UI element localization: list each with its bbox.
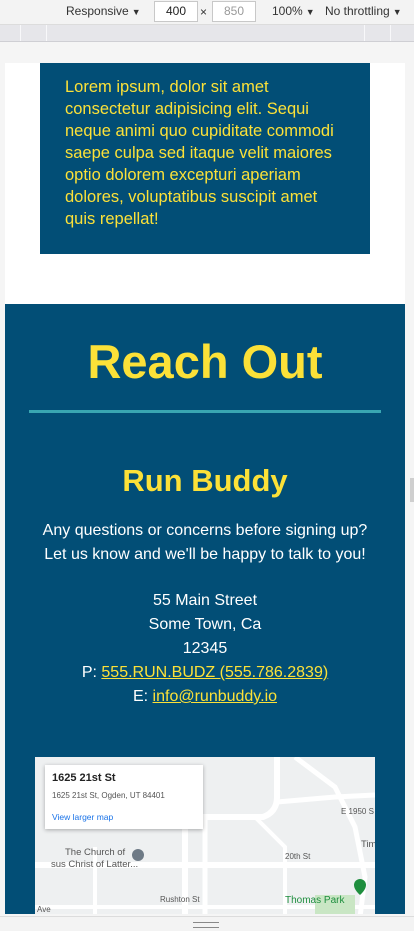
dimension-separator: × [200, 5, 208, 19]
zoom-dropdown[interactable]: 100% ▼ [272, 4, 315, 18]
contact-section: Reach Out Run Buddy Any questions or con… [5, 304, 405, 914]
map-label-tim: Tim [361, 839, 375, 850]
viewport-scroll-handle[interactable] [410, 478, 414, 502]
section-divider [29, 410, 381, 413]
throttling-label: No throttling [325, 4, 390, 18]
device-mode-label: Responsive [66, 4, 129, 18]
map-place-name: 1625 21st St [52, 772, 116, 784]
map-label-ave: Ave [37, 905, 51, 914]
throttling-dropdown[interactable]: No throttling ▼ [325, 4, 402, 18]
map-label-church-1: The Church of [65, 847, 126, 858]
embedded-map[interactable]: 1625 21st St 1625 21st St, Ogden, UT 844… [35, 757, 375, 914]
viewport-height-input[interactable]: 850 [212, 1, 256, 22]
chevron-down-icon: ▼ [392, 7, 402, 17]
map-label-rushton-st: Rushton St [160, 895, 200, 904]
chevron-down-icon: ▼ [305, 7, 315, 17]
city-address: Some Town, Ca [148, 616, 262, 633]
street-address: 55 Main Street [152, 592, 258, 609]
phone-prefix: P: [81, 664, 102, 681]
lorem-text: Lorem ipsum, dolor sit amet consectetur … [65, 78, 334, 228]
ruler-segment[interactable] [364, 25, 365, 41]
chevron-down-icon: ▼ [131, 7, 141, 17]
map-label-church-2: sus Christ of Latter... [51, 859, 139, 870]
section-title: Reach Out [87, 335, 323, 388]
resize-grip-icon[interactable] [193, 922, 219, 928]
page-viewport: Lorem ipsum, dolor sit amet consectetur … [5, 63, 405, 914]
intro-line-1: Any questions or concerns before signing… [42, 522, 368, 539]
contact-intro: Any questions or concerns before signing… [5, 519, 405, 567]
ruler-segment[interactable] [390, 25, 391, 41]
contact-address: 55 Main Street Some Town, Ca 12345 P: 55… [5, 589, 405, 709]
lorem-card: Lorem ipsum, dolor sit amet consectetur … [40, 63, 370, 254]
zip-code: 12345 [182, 640, 228, 657]
email-prefix: E: [132, 688, 153, 705]
email-link[interactable]: info@runbuddy.io [153, 688, 277, 705]
ruler-segment[interactable] [20, 25, 21, 41]
view-larger-map-link[interactable]: View larger map [52, 812, 113, 822]
viewport-resize-handle[interactable] [0, 916, 414, 931]
devtools-device-toolbar: Responsive ▼ 400 × 850 100% ▼ No throttlin… [0, 0, 414, 25]
media-query-ruler[interactable] [0, 25, 414, 42]
map-label-thomas-park: Thomas Park [285, 895, 345, 906]
company-name: Run Buddy [122, 463, 288, 498]
phone-link[interactable]: 555.RUN.BUDZ (555.786.2839) [101, 664, 328, 681]
map-place-card: 1625 21st St 1625 21st St, Ogden, UT 844… [45, 765, 203, 829]
map-place-address: 1625 21st St, Ogden, UT 84401 [52, 791, 165, 800]
map-label-20th-st: 20th St [285, 852, 311, 861]
device-mode-dropdown[interactable]: Responsive ▼ [66, 4, 141, 18]
ruler-segment[interactable] [46, 25, 47, 41]
map-label-e-1950-s: E 1950 S [341, 807, 374, 816]
zoom-label: 100% [272, 4, 303, 18]
viewport-width-input[interactable]: 400 [154, 1, 198, 22]
intro-line-2: Let us know and we'll be happy to talk t… [44, 546, 366, 563]
